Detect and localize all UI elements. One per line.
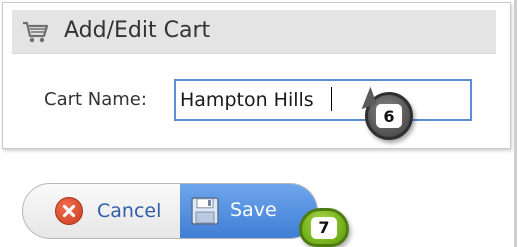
cancel-label: Cancel	[97, 200, 162, 222]
cancel-icon	[55, 197, 83, 225]
cart-name-label: Cart Name:	[44, 89, 147, 110]
cart-name-input[interactable]	[174, 79, 472, 121]
panel-title: Add/Edit Cart	[64, 18, 211, 43]
text-caret	[331, 87, 332, 111]
save-label: Save	[230, 199, 277, 221]
step-7-number: 7	[311, 216, 337, 239]
cart-icon	[23, 21, 49, 43]
cancel-button[interactable]: Cancel	[23, 184, 179, 238]
step-6-callout: 6	[355, 86, 413, 140]
action-button-group: Cancel Save	[22, 183, 318, 239]
window-edge	[514, 0, 517, 247]
panel-header: Add/Edit Cart	[12, 10, 496, 54]
step-6-number: 6	[376, 104, 402, 128]
step-7-callout: 7	[299, 208, 349, 247]
save-icon	[191, 197, 219, 225]
save-button[interactable]: Save	[180, 184, 317, 238]
